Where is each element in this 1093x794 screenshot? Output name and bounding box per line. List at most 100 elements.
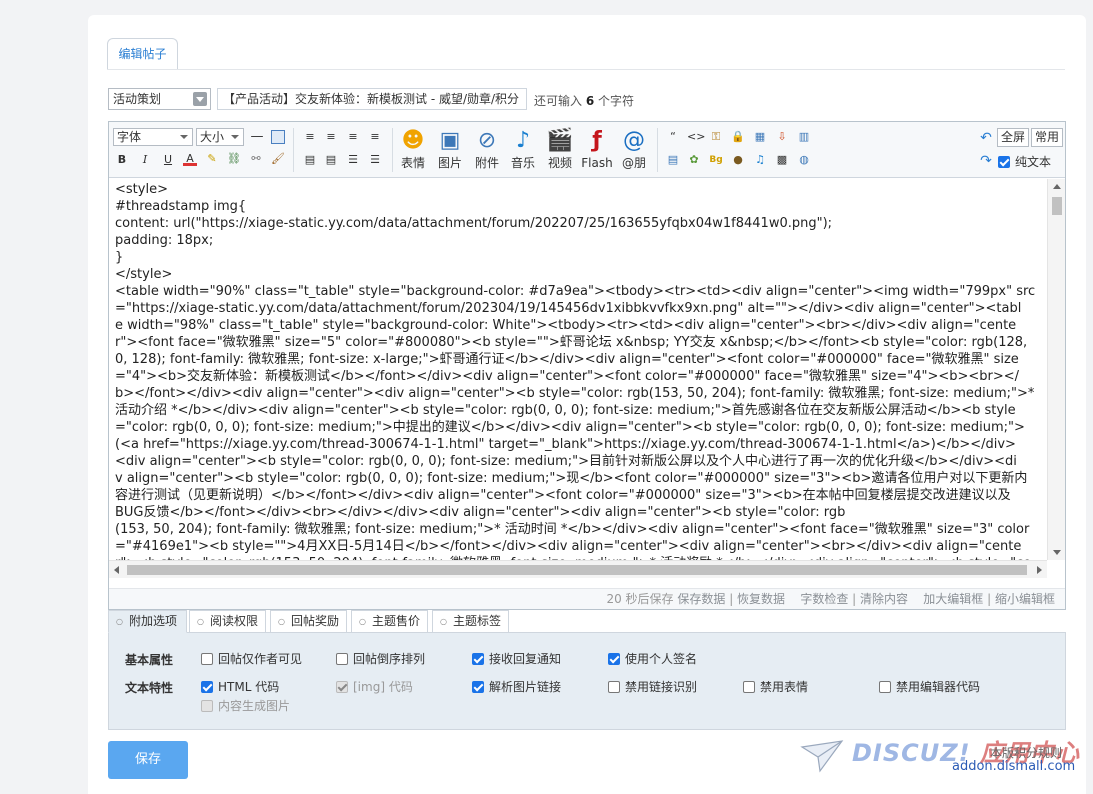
image-button[interactable]: ▣ 图片 — [432, 126, 468, 170]
smiley-button[interactable]: ☻ 表情 — [395, 126, 431, 170]
plain-text-checkbox[interactable]: 纯文本 — [998, 155, 1051, 169]
code-line: 活动介绍 *</b></div><div align="center"><b s… — [115, 403, 1016, 418]
reply-notify-checkbox[interactable]: 接收回复通知 — [472, 652, 561, 666]
highlight-icon[interactable]: ✎ — [205, 152, 219, 166]
code-line: content: url("https://xiage-static.yy.co… — [115, 216, 833, 231]
save-button[interactable]: 保存 — [108, 741, 188, 779]
music-note-icon: ♪ — [515, 128, 531, 153]
unlink-icon[interactable]: ⚯ — [249, 152, 263, 166]
html-code-checkbox[interactable]: HTML 代码 — [201, 680, 279, 694]
unordered-list-icon[interactable]: ☰ — [368, 153, 382, 167]
tab-thread-price[interactable]: 主题售价 — [351, 610, 428, 633]
code-line: v align="center"><b style="color: rgb(0,… — [115, 471, 1028, 486]
tab-read-permission[interactable]: 阅读权限 — [189, 610, 266, 633]
undo-icon[interactable]: ↶ — [979, 131, 993, 145]
scroll-thumb[interactable] — [127, 565, 1027, 575]
author-only-checkbox[interactable]: 回帖仅作者可见 — [201, 652, 302, 666]
extra-options-panel: 基本属性 回帖仅作者可见 回帖倒序排列 接收回复通知 使用个人签名 文本特性 H… — [108, 633, 1066, 730]
stamp-icon[interactable]: ● — [731, 153, 745, 167]
align-right-icon[interactable]: ≡ — [368, 130, 382, 144]
redo-icon[interactable]: ↷ — [979, 154, 993, 168]
download-icon[interactable]: ⇩ — [775, 130, 789, 144]
enlarge-editor-link[interactable]: 加大编辑框 — [923, 592, 983, 606]
vertical-scrollbar[interactable] — [1047, 179, 1065, 560]
font-family-select[interactable]: 字体 — [113, 128, 193, 146]
checkbox-label: 使用个人签名 — [625, 652, 698, 666]
html-code-textarea[interactable]: <style> #threadstamp img{content: url("ht… — [109, 179, 1047, 560]
font-size-select[interactable]: 大小 — [196, 128, 244, 146]
clear-format-icon[interactable]: 🖌 — [271, 152, 285, 166]
page-icon[interactable]: ▦ — [753, 130, 767, 144]
image-icon: ▣ — [439, 128, 461, 153]
index-icon[interactable]: ▥ — [797, 130, 811, 144]
reverse-order-checkbox[interactable]: 回帖倒序排列 — [336, 652, 425, 666]
checkbox-box — [743, 681, 755, 693]
restore-data-link[interactable]: 恢复数据 — [737, 592, 785, 606]
category-select[interactable]: 活动策划 — [108, 88, 211, 110]
hide-icon[interactable]: ⚿ — [709, 130, 723, 144]
code-icon[interactable]: <> — [687, 130, 705, 144]
fullscreen-button[interactable]: 全屏 — [997, 128, 1030, 147]
clear-content-link[interactable]: 清除内容 — [860, 592, 908, 606]
checkbox-box — [336, 681, 348, 693]
attachment-button[interactable]: ⊘ 附件 — [469, 126, 505, 170]
checkbox-box — [608, 653, 620, 665]
shrink-editor-link[interactable]: 缩小编辑框 — [995, 592, 1055, 606]
globe-icon[interactable]: ◍ — [797, 153, 811, 167]
parse-image-link-checkbox[interactable]: 解析图片链接 — [472, 680, 561, 694]
checkbox-box — [336, 653, 348, 665]
plain-text-label: 纯文本 — [1015, 155, 1052, 169]
underline-button[interactable]: U — [161, 153, 175, 167]
disable-link-detect-checkbox[interactable]: 禁用链接识别 — [608, 680, 697, 694]
music-button[interactable]: ♪ 音乐 — [505, 126, 541, 170]
float-right-icon[interactable]: ▤ — [324, 153, 338, 167]
italic-button[interactable]: I — [138, 153, 152, 167]
tab-thread-tags[interactable]: 主题标签 — [432, 610, 509, 633]
option-tabs: 附加选项 阅读权限 回帖奖励 主题售价 主题标签 — [108, 610, 1066, 633]
float-left-icon[interactable]: ▤ — [303, 153, 317, 167]
horizontal-rule-icon[interactable]: — — [250, 130, 264, 144]
code-line: r"><font face="微软雅黑" size="5" color="#80… — [115, 335, 1028, 350]
checkbox-box — [879, 681, 891, 693]
checkbox-box — [201, 653, 213, 665]
align-justify-icon[interactable]: ≡ — [346, 130, 360, 144]
statusbar-links: 20 秒后保存 保存数据 | 恢复数据 字数检查 | 清除内容 加大编辑框 | … — [606, 592, 1055, 606]
save-data-link[interactable]: 保存数据 — [677, 592, 725, 606]
code-line: } — [115, 250, 124, 265]
subject-input[interactable]: 【产品活动】交友新体验：新模板测试 - 威望/勋章/积分 — [217, 88, 527, 110]
link-icon[interactable]: ⛓ — [227, 152, 241, 166]
background-icon[interactable]: Bg — [709, 153, 723, 167]
common-button[interactable]: 常用 — [1031, 128, 1064, 147]
mention-button[interactable]: @ @朋 — [616, 126, 652, 170]
lock-icon[interactable]: 🔒 — [731, 130, 745, 144]
table-icon[interactable] — [271, 130, 285, 144]
tab-reply-reward[interactable]: 回帖奖励 — [270, 610, 347, 633]
video-button[interactable]: 🎬 视频 — [542, 126, 578, 170]
align-left-icon[interactable]: ≡ — [303, 130, 317, 144]
align-center-icon[interactable]: ≡ — [324, 130, 338, 144]
ordered-list-icon[interactable]: ☰ — [346, 153, 360, 167]
disable-editor-code-checkbox[interactable]: 禁用编辑器代码 — [879, 680, 980, 694]
checkbox-box — [201, 700, 213, 712]
font-color-button[interactable]: A — [183, 152, 197, 166]
word-check-link[interactable]: 字数检查 — [800, 592, 848, 606]
tab-icon[interactable]: ▤ — [666, 153, 680, 167]
flash-button[interactable]: ƒ Flash — [579, 126, 615, 170]
horizontal-scrollbar[interactable] — [109, 560, 1047, 578]
media-icon[interactable]: ▩ — [775, 153, 789, 167]
rate-icon[interactable]: ✿ — [687, 153, 701, 167]
scroll-thumb[interactable] — [1052, 197, 1062, 215]
checkbox-label: 禁用表情 — [760, 680, 809, 694]
chevron-down-icon — [193, 92, 207, 106]
scroll-right-icon — [1037, 566, 1042, 574]
tab-edit-post[interactable]: 编辑帖子 — [107, 38, 178, 69]
tab-extra-options[interactable]: 附加选项 — [108, 610, 187, 633]
audio-icon[interactable]: ♫ — [753, 153, 767, 167]
use-signature-checkbox[interactable]: 使用个人签名 — [608, 652, 697, 666]
quote-icon[interactable]: “ — [666, 130, 680, 144]
disable-smilies-checkbox[interactable]: 禁用表情 — [743, 680, 808, 694]
code-line: e width="98%" class="t_table" style="bac… — [115, 318, 1017, 333]
autosave-countdown: 20 秒后保存 — [606, 592, 674, 606]
checkbox-label: 内容生成图片 — [218, 699, 291, 713]
bold-button[interactable]: B — [115, 153, 129, 167]
